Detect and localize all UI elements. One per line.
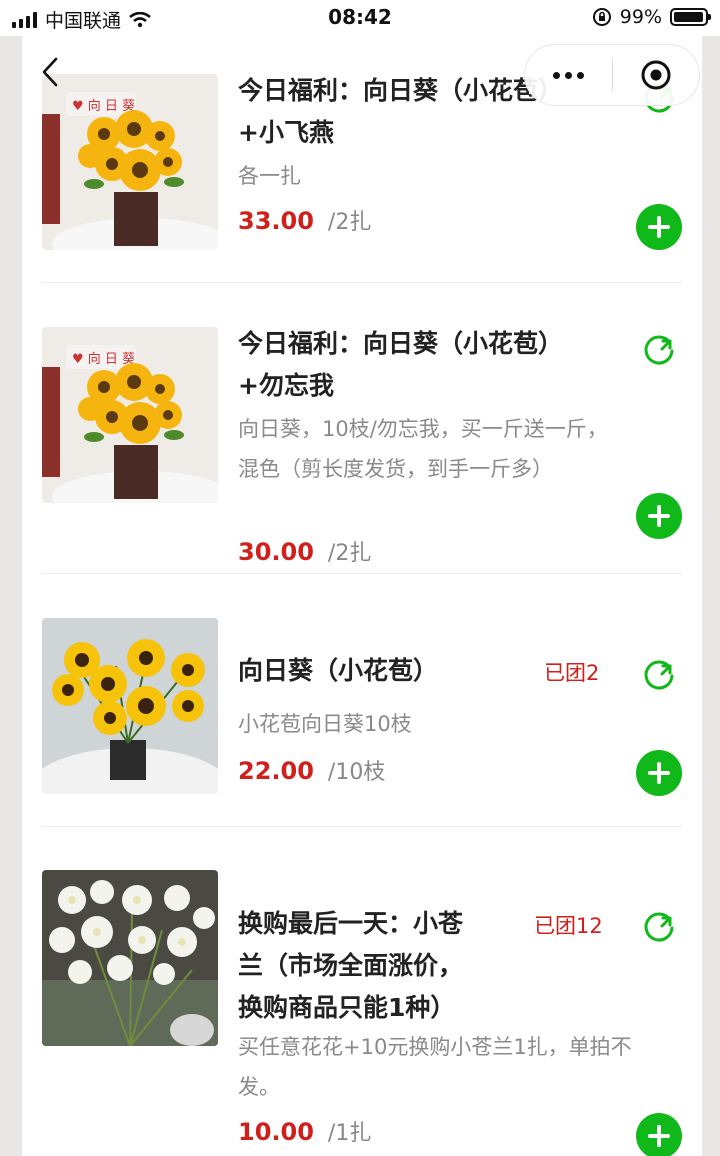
price: 33.00 — [238, 207, 314, 235]
share-icon[interactable] — [640, 908, 678, 946]
price-row: 30.00 /2扎 — [238, 535, 371, 567]
share-icon[interactable] — [640, 656, 678, 694]
price-unit: /2扎 — [327, 210, 372, 235]
price-row: 33.00 /2扎 — [238, 204, 371, 236]
product-title: 今日福利：向日葵（小花苞） +小飞燕 — [238, 76, 564, 147]
close-miniprogram-button[interactable] — [613, 59, 700, 91]
product-title: 向日葵（小花苞） — [238, 656, 439, 685]
product-item[interactable]: 换购最后一天：小苍 兰（市场全面涨价， 换购商品只能1种） 已团12 买任意花花… — [22, 827, 702, 1156]
product-image-freesia[interactable] — [42, 870, 218, 1046]
add-to-cart-button[interactable] — [636, 1113, 682, 1156]
product-description: 买任意花花+10元换购小苍兰1扎，单拍不 发。 — [238, 1035, 632, 1099]
price-row: 10.00 /1扎 — [238, 1115, 371, 1147]
product-list-page: ♥ 向 日 葵 今日福利：向日葵（小花苞） +小飞燕 各一扎 33.00 /2扎… — [22, 36, 702, 1156]
back-button[interactable] — [32, 50, 68, 94]
more-button[interactable] — [525, 71, 612, 79]
product-item[interactable]: ♥ 向 日 葵 今日福利：向日葵（小花苞） +勿忘我 向日葵，10枝/勿忘我，买… — [22, 283, 702, 573]
product-image-sunflowers[interactable] — [42, 618, 218, 794]
battery-icon — [670, 8, 711, 26]
price: 22.00 — [238, 757, 314, 785]
product-image-sunflower-vase[interactable]: ♥ 向 日 葵 — [42, 74, 218, 250]
group-count-badge: 已团2 — [544, 661, 600, 685]
price-unit: /2扎 — [327, 541, 372, 566]
chevron-left-icon — [42, 57, 58, 87]
price-row: 22.00 /10枝 — [238, 754, 385, 786]
orientation-lock-icon — [592, 8, 611, 26]
product-title: 今日福利：向日葵（小花苞） +勿忘我 — [238, 329, 564, 400]
product-image-sunflower-vase[interactable]: ♥ 向 日 葵 — [42, 327, 218, 503]
price: 10.00 — [238, 1118, 314, 1146]
add-to-cart-button[interactable] — [636, 204, 682, 250]
status-bar: 中国联通 08:42 99% — [0, 0, 720, 36]
product-description: 各一扎 — [238, 164, 301, 188]
battery-percent: 99% — [619, 6, 662, 28]
miniprogram-capsule — [524, 44, 700, 106]
svg-text:♥ 向 日 葵: ♥ 向 日 葵 — [72, 351, 135, 367]
price-unit: /1扎 — [327, 1121, 372, 1146]
share-icon[interactable] — [640, 331, 678, 369]
product-description: 小花苞向日葵10枝 — [238, 712, 412, 736]
product-item[interactable]: 向日葵（小花苞） 已团2 小花苞向日葵10枝 22.00 /10枝 — [22, 574, 702, 826]
more-dots-icon — [552, 71, 560, 79]
add-to-cart-button[interactable] — [636, 750, 682, 796]
price-unit: /10枝 — [327, 760, 386, 785]
group-count-badge: 已团12 — [534, 914, 603, 938]
svg-text:♥ 向 日 葵: ♥ 向 日 葵 — [72, 98, 135, 114]
target-icon — [641, 60, 671, 90]
add-to-cart-button[interactable] — [636, 493, 682, 539]
product-title: 换购最后一天：小苍 兰（市场全面涨价， 换购商品只能1种） — [238, 909, 464, 1022]
price: 30.00 — [238, 538, 314, 566]
product-description: 向日葵，10枝/勿忘我，买一斤送一斤， 混色（剪长度发货，到手一斤多） — [238, 417, 608, 481]
